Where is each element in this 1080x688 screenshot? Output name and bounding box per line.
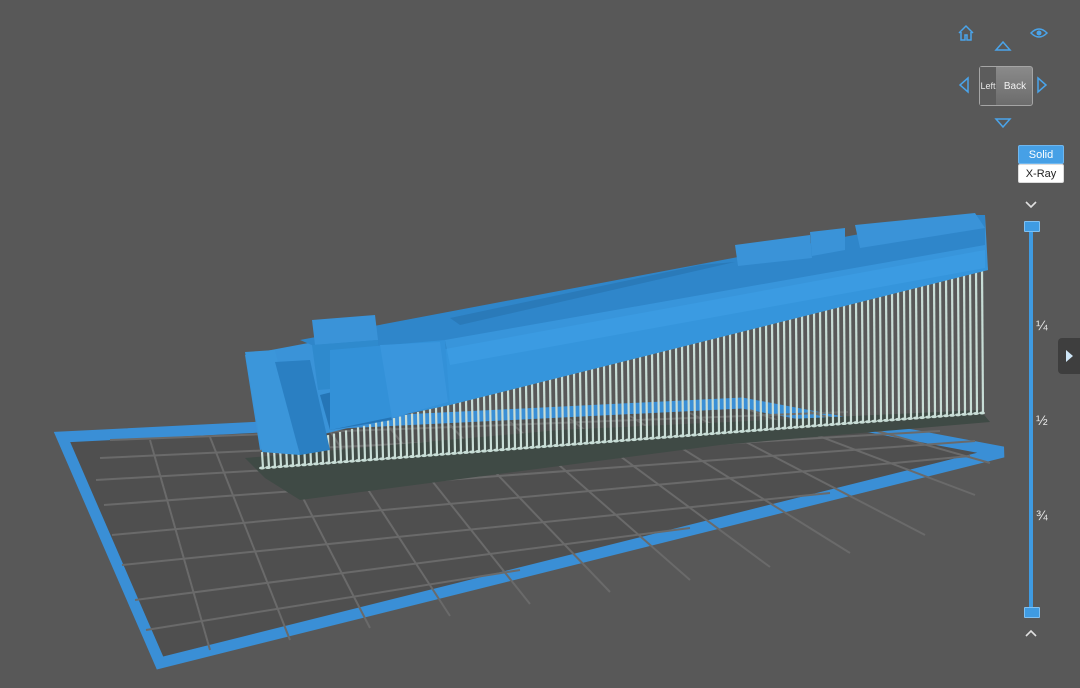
eye-icon[interactable] (1028, 22, 1050, 44)
arrow-up-icon[interactable] (992, 35, 1014, 57)
view-cube[interactable]: Left Back (979, 66, 1033, 106)
layer-slider-track[interactable] (1029, 224, 1033, 612)
layer-slider-bottom-handle[interactable] (1024, 607, 1040, 618)
view-cube-left-face[interactable]: Left (980, 67, 996, 105)
arrow-right-icon[interactable] (1031, 74, 1053, 96)
layer-slider-top-handle[interactable] (1024, 221, 1040, 232)
xray-mode-button[interactable]: X-Ray (1018, 164, 1064, 183)
view-cube-back-face[interactable]: Back (998, 67, 1032, 105)
home-icon[interactable] (955, 22, 977, 44)
solid-mode-button[interactable]: Solid (1018, 145, 1064, 164)
triangle-right-icon (1066, 350, 1073, 362)
slider-tick-three-quarter: ¾ (1036, 507, 1048, 523)
chevron-down-icon[interactable] (1023, 199, 1039, 211)
arrow-left-icon[interactable] (953, 74, 975, 96)
chevron-up-icon[interactable] (1023, 627, 1039, 639)
arrow-down-icon[interactable] (992, 112, 1014, 134)
3d-viewport[interactable] (0, 0, 1080, 688)
slider-tick-quarter: ¼ (1036, 317, 1048, 333)
slider-tick-half: ½ (1036, 412, 1048, 428)
side-panel-toggle[interactable] (1058, 338, 1080, 374)
